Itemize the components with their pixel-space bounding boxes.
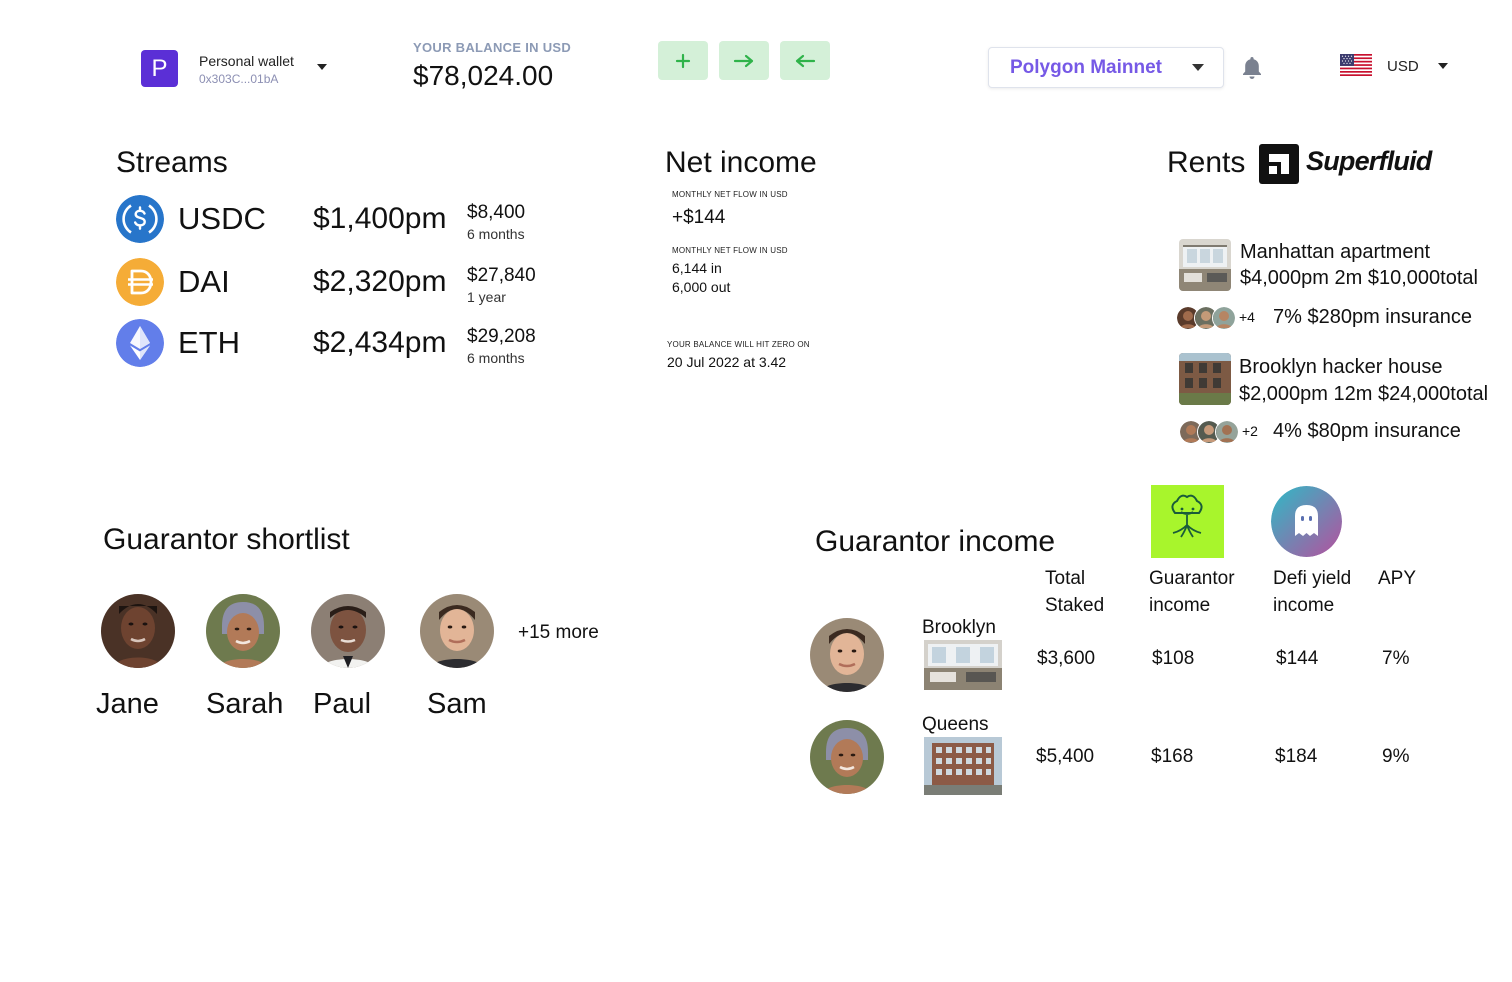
zero-balance-date: 20 Jul 2022 at 3.42 <box>667 354 787 370</box>
column-header-apy: APY <box>1378 568 1417 589</box>
rent-insurance: 4% $80pm insurance <box>1273 420 1461 442</box>
total-staked-value: $5,400 <box>1036 746 1095 767</box>
currency-chevron-down-icon[interactable] <box>1438 63 1448 69</box>
rent-terms: $4,000pm 2m $10,000total <box>1240 267 1478 289</box>
property-photo <box>924 640 1002 690</box>
guarantor-shortlist-heading: Guarantor shortlist <box>103 523 350 556</box>
defi-ghost-logo-icon <box>1271 486 1342 557</box>
net-flow-value: +$144 <box>672 207 726 228</box>
defi-yield-value: $144 <box>1276 648 1319 669</box>
streams-heading: Streams <box>116 146 228 179</box>
notification-bell-icon[interactable] <box>1240 55 1264 86</box>
network-label: Polygon Mainnet <box>1010 57 1162 78</box>
guarantor-income-heading: Guarantor income <box>815 525 1056 558</box>
property-name: Brooklyn <box>922 617 996 638</box>
avatar <box>1215 420 1239 444</box>
rents-heading: Rents <box>1167 146 1246 179</box>
plus-icon <box>675 53 691 68</box>
rent-title: Brooklyn hacker house <box>1239 356 1443 378</box>
chevron-down-icon <box>1192 64 1204 71</box>
stream-rate: $2,434pm <box>313 326 447 359</box>
currency-label[interactable]: USD <box>1387 58 1419 75</box>
stream-period: 6 months <box>467 226 525 242</box>
deposit-button[interactable] <box>658 41 708 80</box>
guarantor-name: Sam <box>427 688 487 720</box>
stream-symbol: DAI <box>178 264 230 299</box>
send-button[interactable] <box>719 41 769 80</box>
guarantor-income-value: $168 <box>1151 746 1194 767</box>
more-guarantors-link[interactable]: +15 more <box>518 622 599 644</box>
guarantor-name: Paul <box>313 688 372 720</box>
guarantor-photo[interactable] <box>810 720 884 794</box>
defi-yield-value: $184 <box>1275 746 1318 767</box>
superfluid-brand: Superfluid <box>1306 146 1432 176</box>
eth-icon <box>116 319 164 372</box>
stream-rate: $2,320pm <box>313 265 447 298</box>
dai-icon <box>116 258 164 311</box>
balance-value: $78,024.00 <box>413 60 554 91</box>
guarantor-photo-paul[interactable] <box>311 594 385 668</box>
wallet-avatar[interactable]: P <box>141 50 178 87</box>
net-income-heading: Net income <box>665 146 817 179</box>
total-staked-value: $3,600 <box>1037 648 1096 669</box>
apy-value: 9% <box>1382 746 1410 767</box>
apy-value: 7% <box>1382 648 1410 669</box>
guarantor-photo[interactable] <box>810 618 884 692</box>
property-photo <box>924 737 1002 795</box>
guarantor-photo-sarah[interactable] <box>206 594 280 668</box>
guarantor-photo-jane[interactable] <box>101 594 175 668</box>
extra-guarantors-count[interactable]: +2 <box>1242 423 1258 439</box>
guarantor-income-value: $108 <box>1152 648 1195 669</box>
receive-button[interactable] <box>780 41 830 80</box>
stream-period: 1 year <box>467 289 506 305</box>
us-flag-icon[interactable] <box>1340 54 1372 81</box>
wallet-name[interactable]: Personal wallet <box>199 53 294 69</box>
arrow-left-icon <box>795 54 816 67</box>
column-header-defi-yield: Defi yield income <box>1273 568 1352 616</box>
flow-out-value: 6,000 out <box>672 279 731 295</box>
column-header-total-staked: Total Staked <box>1045 568 1105 616</box>
arrow-right-icon <box>733 54 754 67</box>
rent-insurance: 7% $280pm insurance <box>1273 306 1473 328</box>
extra-guarantors-count[interactable]: +4 <box>1239 309 1255 325</box>
stream-period: 6 months <box>467 350 525 366</box>
stream-total: $8,400 <box>467 202 526 223</box>
network-select[interactable]: Polygon Mainnet <box>988 47 1224 88</box>
net-flow-label: MONTHLY NET FLOW IN USD <box>672 246 788 255</box>
guarantor-name: Sarah <box>206 688 284 720</box>
superfluid-logo-icon <box>1259 144 1299 189</box>
net-flow-label: MONTHLY NET FLOW IN USD <box>672 190 788 199</box>
guarantor-avatars[interactable] <box>1176 306 1246 330</box>
flow-in-value: 6,144 in <box>672 260 722 276</box>
zero-balance-label: YOUR BALANCE WILL HIT ZERO ON <box>667 340 810 349</box>
guarantor-logo-icon <box>1151 485 1224 558</box>
guarantor-avatars[interactable] <box>1179 420 1249 444</box>
usdc-icon <box>116 195 164 248</box>
rent-title: Manhattan apartment <box>1240 241 1431 263</box>
manhattan-apartment-photo <box>1179 239 1231 291</box>
wallet-dropdown-chevron-icon[interactable] <box>317 64 327 70</box>
brooklyn-house-photo <box>1179 353 1231 405</box>
stream-total: $29,208 <box>467 326 536 347</box>
rent-terms: $2,000pm 12m $24,000total <box>1239 383 1489 405</box>
stream-symbol: USDC <box>178 201 266 236</box>
balance-label: YOUR BALANCE IN USD <box>413 40 572 55</box>
column-header-guarantor-income: Guarantor income <box>1149 568 1235 616</box>
stream-total: $27,840 <box>467 265 536 286</box>
guarantor-photo-sam[interactable] <box>420 594 494 668</box>
guarantor-name: Jane <box>96 688 159 720</box>
wallet-address: 0x303C...01bA <box>199 72 279 86</box>
stream-rate: $1,400pm <box>313 202 447 235</box>
stream-symbol: ETH <box>178 325 240 360</box>
avatar <box>1212 306 1236 330</box>
property-name: Queens <box>922 714 989 735</box>
